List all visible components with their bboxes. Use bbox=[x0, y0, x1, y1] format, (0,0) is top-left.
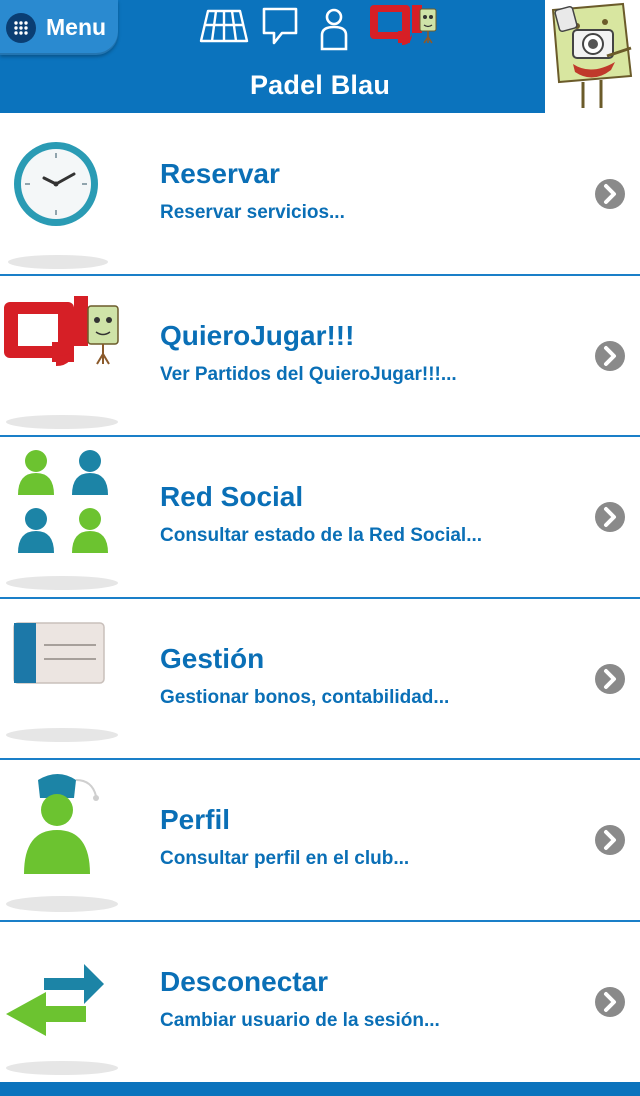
menu-item-title: Gestión bbox=[160, 642, 265, 674]
chevron-right-icon bbox=[594, 501, 626, 533]
menu-label: Menu bbox=[46, 14, 107, 40]
page-title: Padel Blau bbox=[249, 70, 391, 100]
menu-item-subtitle: Consultar estado de la Red Social... bbox=[160, 525, 483, 546]
avatar[interactable] bbox=[545, 0, 640, 113]
app-header: Menu Padel Blau bbox=[0, 0, 640, 113]
menu-item-subtitle: Ver Partidos del QuieroJugar!!!... bbox=[160, 363, 457, 385]
menu-item-red-social[interactable]: Red Social Consultar estado de la Red So… bbox=[0, 437, 640, 599]
people-icon bbox=[0, 443, 130, 593]
main-menu-list: Reservar Reservar servicios... QuieroJug… bbox=[0, 114, 640, 1083]
profile-icon bbox=[0, 766, 130, 916]
chevron-right-icon bbox=[594, 986, 626, 1018]
menu-item-title: Reservar bbox=[160, 158, 280, 189]
menu-item-perfil[interactable]: Perfil Consultar perfil en el club... bbox=[0, 760, 640, 922]
menu-item-subtitle: Consultar perfil en el club... bbox=[160, 848, 410, 869]
court-icon[interactable] bbox=[198, 5, 250, 52]
quierojugar-logo-icon bbox=[0, 282, 130, 432]
menu-item-subtitle: Cambiar usuario de la sesión... bbox=[160, 1009, 440, 1031]
menu-item-reservar[interactable]: Reservar Reservar servicios... bbox=[0, 114, 640, 276]
chevron-right-icon bbox=[594, 178, 626, 210]
menu-item-title: Red Social bbox=[160, 481, 304, 512]
footer-bar bbox=[0, 1082, 640, 1096]
menu-item-desconectar[interactable]: Desconectar Cambiar usuario de la sesión… bbox=[0, 921, 640, 1083]
chat-icon[interactable] bbox=[260, 5, 300, 54]
menu-item-title: QuieroJugar!!! bbox=[160, 319, 355, 351]
menu-item-subtitle: Reservar servicios... bbox=[160, 202, 345, 223]
menu-button[interactable]: Menu bbox=[0, 0, 118, 55]
card-icon bbox=[0, 605, 130, 755]
chevron-right-icon bbox=[594, 340, 626, 372]
menu-item-subtitle: Gestionar bonos, contabilidad... bbox=[160, 686, 450, 708]
user-icon[interactable] bbox=[318, 5, 350, 56]
swap-arrows-icon bbox=[0, 928, 130, 1078]
chevron-right-icon bbox=[594, 663, 626, 695]
menu-item-gestion[interactable]: Gestión Gestionar bonos, contabilidad... bbox=[0, 598, 640, 760]
menu-item-title: Desconectar bbox=[160, 965, 329, 997]
grid-icon bbox=[6, 12, 36, 43]
clock-icon bbox=[0, 120, 130, 270]
menu-item-title: Perfil bbox=[160, 804, 231, 835]
menu-item-quierojugar[interactable]: QuieroJugar!!! Ver Partidos del QuieroJu… bbox=[0, 275, 640, 437]
quierojugar-logo-icon[interactable] bbox=[368, 1, 444, 58]
chevron-right-icon bbox=[594, 824, 626, 856]
